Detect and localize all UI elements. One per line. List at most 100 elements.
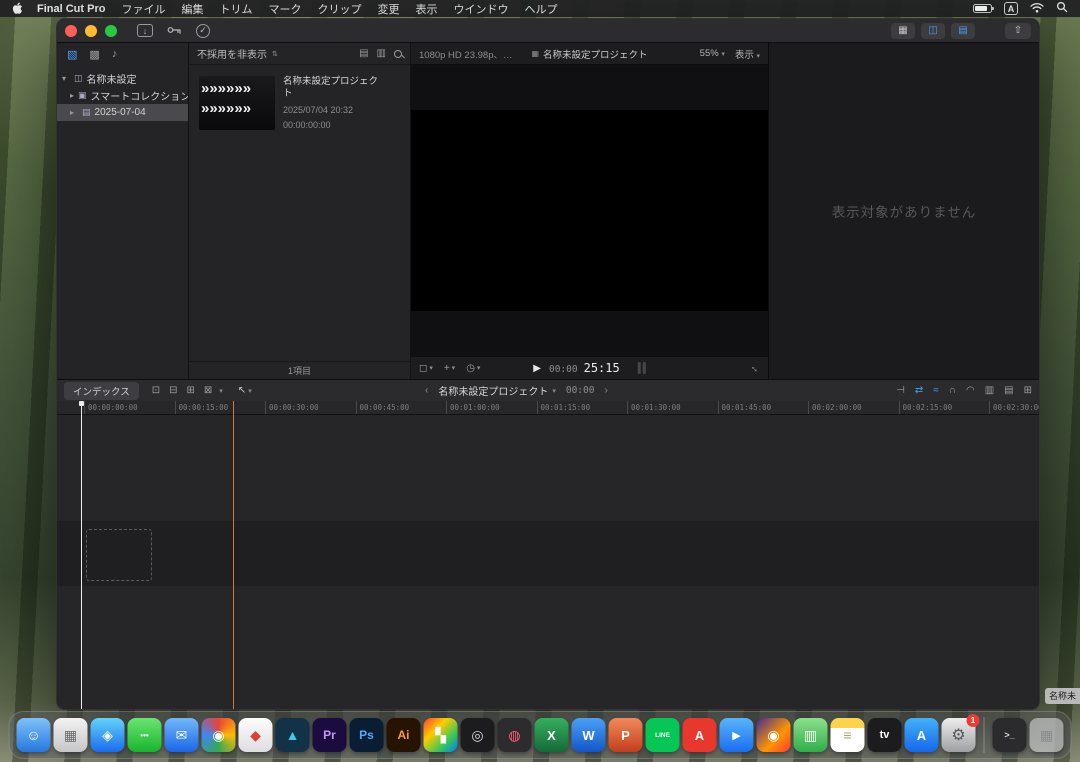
menu-item[interactable]: ヘルプ — [524, 4, 557, 16]
zoom-value: 55% — [700, 48, 719, 59]
menu-item[interactable]: トリム — [219, 4, 252, 16]
davinci-resolve[interactable]: ◆ — [239, 718, 273, 752]
terminal[interactable]: >_ — [993, 718, 1027, 752]
smart-collection-row[interactable]: ▸ ▣ スマートコレクション — [57, 87, 188, 104]
audio-skimming-icon[interactable]: ≈ — [933, 385, 939, 396]
filter-dropdown[interactable]: 不採用を非表示 — [197, 46, 267, 61]
titles-generators-tab-icon[interactable]: ♪ — [112, 48, 118, 60]
library-row[interactable]: ▾ ◫ 名称未設定 — [57, 70, 188, 87]
clip-info[interactable]: 名称未設定プロジェクト 2025/07/04 20:32 00:00:00:00 — [283, 76, 379, 350]
active-app-name[interactable]: Final Cut Pro — [37, 3, 105, 15]
notes[interactable]: ≡ — [831, 718, 865, 752]
menu-item[interactable]: 表示 — [415, 4, 437, 16]
share-button[interactable]: ⇧ — [1005, 23, 1031, 39]
excel[interactable]: X — [535, 718, 569, 752]
battery-icon[interactable] — [973, 4, 992, 13]
overwrite-edit-icon[interactable]: ⊠ — [204, 385, 212, 396]
menu-item[interactable]: ウインドウ — [453, 4, 508, 16]
chrome[interactable]: ◉ — [202, 718, 236, 752]
audio-meters-icon[interactable]: ▥ — [985, 385, 994, 396]
audio-meters-icon[interactable] — [638, 362, 646, 374]
disclosure-closed-icon[interactable]: ▸ — [70, 91, 74, 100]
disclosure-open-icon[interactable]: ▾ — [62, 74, 70, 83]
clip-thumbnail[interactable]: »»»»»» »»»»»» — [199, 76, 275, 130]
event-row[interactable]: ▸ ▤ 2025-07-04 — [57, 104, 188, 121]
firefox[interactable]: ◉ — [757, 718, 791, 752]
zoom-button[interactable] — [105, 25, 117, 37]
append-edit-icon[interactable]: ⊞ — [187, 385, 195, 396]
retime-tool-icon[interactable]: ◷▾ — [466, 363, 480, 374]
photos-audio-tab-icon[interactable]: ▩ — [89, 48, 99, 61]
snapping-icon[interactable]: ◠ — [966, 385, 975, 396]
minimize-button[interactable] — [85, 25, 97, 37]
menu-item[interactable]: クリップ — [317, 4, 361, 16]
disclosure-closed-icon[interactable]: ▸ — [70, 108, 78, 117]
apple-tv[interactable]: tv — [868, 718, 902, 752]
powerpoint[interactable]: P — [609, 718, 643, 752]
arrow-tool-icon: ↖ — [238, 385, 246, 396]
index-button[interactable]: インデックス — [64, 382, 139, 400]
browser-toggle-icon[interactable]: ▦ — [891, 23, 915, 39]
mail[interactable]: ✉ — [165, 718, 199, 752]
next-project-button[interactable]: › — [604, 385, 607, 396]
filmstrip-view-icon[interactable]: ▤ — [359, 48, 368, 59]
system-settings[interactable]: ⚙1 — [942, 718, 976, 752]
search-icon[interactable] — [1056, 1, 1068, 16]
view-dropdown[interactable]: 表示 ▾ — [735, 47, 760, 61]
prev-project-button[interactable]: ‹ — [425, 385, 428, 396]
list-view-icon[interactable]: ▥ — [377, 48, 386, 59]
close-button[interactable] — [65, 25, 77, 37]
search-icon[interactable] — [394, 50, 402, 58]
clips-tab-icon[interactable]: ▧ — [67, 48, 77, 61]
photo-booth-app[interactable]: ◍ — [498, 718, 532, 752]
messages[interactable]: ••• — [128, 718, 162, 752]
crop-tool-icon[interactable]: ◻▾ — [419, 363, 433, 374]
photoshop[interactable]: Ps — [350, 718, 384, 752]
play-button[interactable]: ▶ — [533, 363, 541, 374]
word[interactable]: W — [572, 718, 606, 752]
trim-icon[interactable]: ⊣ — [896, 385, 905, 396]
timeline-appearance-icon[interactable]: ▤ — [1004, 385, 1013, 396]
connect-edit-icon[interactable]: ⊡ — [152, 385, 160, 396]
video-editor-app[interactable]: ▚ — [424, 718, 458, 752]
effects-tool-icon[interactable]: +▾ — [444, 363, 455, 374]
app-store[interactable]: A — [905, 718, 939, 752]
acrobat[interactable]: A — [683, 718, 717, 752]
viewer-format-info[interactable]: 1080p HD 23.98p、… — [419, 47, 512, 61]
timeline-project-dropdown[interactable]: 名称未設定プロジェクト ▾ — [438, 383, 556, 398]
launchpad[interactable]: ▦ — [54, 718, 88, 752]
numbers[interactable]: ▥ — [794, 718, 828, 752]
menu-item[interactable]: ファイル — [121, 4, 165, 16]
output-icon[interactable]: ⊞ — [1024, 385, 1032, 396]
menu-item[interactable]: 変更 — [377, 4, 399, 16]
finder[interactable]: ☺ — [17, 718, 51, 752]
fullscreen-icon[interactable]: ↔ — [748, 361, 763, 376]
import-media-button[interactable]: ↓ — [137, 24, 153, 37]
safari[interactable]: ◈ — [91, 718, 125, 752]
illustrator[interactable]: Ai — [387, 718, 421, 752]
camera-app[interactable]: ◎ — [461, 718, 495, 752]
inspector-toggle-icon[interactable]: ▤ — [951, 23, 975, 39]
trash[interactable]: ▦ — [1030, 718, 1064, 752]
menu-item[interactable]: 編集 — [181, 4, 203, 16]
timeline-tracks[interactable] — [57, 415, 1039, 709]
keyword-editor-button[interactable] — [167, 22, 182, 40]
solo-icon[interactable]: ∩ — [949, 385, 956, 396]
premiere-pro[interactable]: Pr — [313, 718, 347, 752]
wifi-icon[interactable] — [1030, 2, 1044, 16]
apple-menu-icon[interactable] — [12, 2, 23, 15]
insert-edit-icon[interactable]: ⊟ — [169, 385, 177, 396]
chevron-down-icon[interactable]: ▾ — [219, 387, 223, 395]
tool-selector[interactable]: ↖ ▾ — [238, 385, 252, 396]
zoom-dropdown[interactable]: 55% ▾ — [700, 48, 725, 59]
input-source-icon[interactable]: A — [1004, 2, 1018, 15]
line[interactable]: LINE — [646, 718, 680, 752]
affinity-photo[interactable]: ▲ — [276, 718, 310, 752]
menu-item[interactable]: マーク — [268, 4, 301, 16]
timeline-ruler[interactable]: 00:00:00:0000:00:15:0000:00:30:0000:00:4… — [57, 401, 1039, 415]
zoom[interactable]: ▶ — [720, 718, 754, 752]
playhead[interactable] — [81, 401, 82, 709]
skimming-icon[interactable]: ⇄ — [915, 385, 923, 396]
background-tasks-button[interactable]: ✓ — [196, 24, 210, 38]
timeline-toggle-icon[interactable]: ◫ — [921, 23, 945, 39]
